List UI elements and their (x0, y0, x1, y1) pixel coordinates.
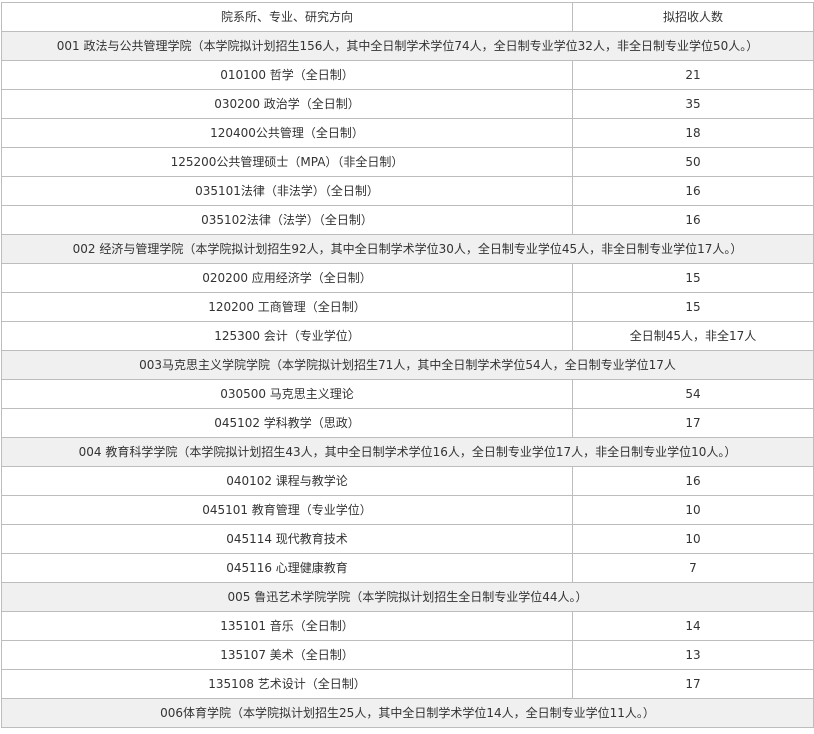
major-name-cell: 120200 工商管理（全日制） (1, 292, 573, 322)
quota-cell: 21 (572, 60, 814, 90)
quota-cell: 14 (572, 611, 814, 641)
table-row: 135107 美术（全日制） 13 (1, 640, 814, 670)
department-row: 001 政法与公共管理学院（本学院拟计划招生156人，其中全日制学术学位74人，… (1, 31, 814, 61)
department-row: 004 教育科学学院（本学院拟计划招生43人，其中全日制学术学位16人，全日制专… (1, 437, 814, 467)
table-row: 120400公共管理（全日制） 18 (1, 118, 814, 148)
department-row: 003马克思主义学院学院（本学院拟计划招生71人，其中全日制学术学位54人，全日… (1, 350, 814, 380)
major-name-cell: 035101法律（非法学）（全日制） (1, 176, 573, 206)
major-name-cell: 135101 音乐（全日制） (1, 611, 573, 641)
table-row: 045114 现代教育技术 10 (1, 524, 814, 554)
quota-cell: 7 (572, 553, 814, 583)
table-body: 001 政法与公共管理学院（本学院拟计划招生156人，其中全日制学术学位74人，… (1, 31, 814, 728)
major-name-cell: 125200公共管理硕士（MPA）（非全日制） (1, 147, 573, 177)
major-name-cell: 125300 会计（专业学位） (1, 321, 573, 351)
major-name-cell: 135107 美术（全日制） (1, 640, 573, 670)
major-name-cell: 035102法律（法学）（全日制） (1, 205, 573, 235)
quota-cell: 15 (572, 292, 814, 322)
quota-cell: 10 (572, 495, 814, 525)
table-row: 045101 教育管理（专业学位） 10 (1, 495, 814, 525)
major-name-cell: 045102 学科教学（思政） (1, 408, 573, 438)
quota-cell: 17 (572, 408, 814, 438)
table-row: 030500 马克思主义理论 54 (1, 379, 814, 409)
department-title: 004 教育科学学院（本学院拟计划招生43人，其中全日制学术学位16人，全日制专… (1, 437, 814, 467)
table-row: 135108 艺术设计（全日制） 17 (1, 669, 814, 699)
quota-cell: 16 (572, 205, 814, 235)
department-row: 002 经济与管理学院（本学院拟计划招生92人，其中全日制学术学位30人，全日制… (1, 234, 814, 264)
major-name-cell: 045101 教育管理（专业学位） (1, 495, 573, 525)
table-row: 125200公共管理硕士（MPA）（非全日制） 50 (1, 147, 814, 177)
column-header-quota: 拟招收人数 (572, 2, 814, 32)
table-row: 045102 学科教学（思政） 17 (1, 408, 814, 438)
table-row: 035102法律（法学）（全日制） 16 (1, 205, 814, 235)
major-name-cell: 045116 心理健康教育 (1, 553, 573, 583)
department-title: 002 经济与管理学院（本学院拟计划招生92人，其中全日制学术学位30人，全日制… (1, 234, 814, 264)
quota-cell: 全日制45人，非全17人 (572, 321, 814, 351)
quota-cell: 54 (572, 379, 814, 409)
major-name-cell: 010100 哲学（全日制） (1, 60, 573, 90)
table-row: 020200 应用经济学（全日制） 15 (1, 263, 814, 293)
table-row: 030200 政治学（全日制） 35 (1, 89, 814, 119)
quota-cell: 13 (572, 640, 814, 670)
major-name-cell: 030200 政治学（全日制） (1, 89, 573, 119)
quota-cell: 18 (572, 118, 814, 148)
quota-cell: 16 (572, 176, 814, 206)
major-name-cell: 030500 马克思主义理论 (1, 379, 573, 409)
table-header-row: 院系所、专业、研究方向 拟招收人数 (1, 2, 814, 32)
major-name-cell: 135108 艺术设计（全日制） (1, 669, 573, 699)
table-row: 040102 课程与教学论 16 (1, 466, 814, 496)
table-row: 035101法律（非法学）（全日制） 16 (1, 176, 814, 206)
department-title: 005 鲁迅艺术学院学院（本学院拟计划招生全日制专业学位44人。） (1, 582, 814, 612)
department-title: 003马克思主义学院学院（本学院拟计划招生71人，其中全日制学术学位54人，全日… (1, 350, 814, 380)
department-row: 005 鲁迅艺术学院学院（本学院拟计划招生全日制专业学位44人。） (1, 582, 814, 612)
table-row: 135101 音乐（全日制） 14 (1, 611, 814, 641)
table-row: 120200 工商管理（全日制） 15 (1, 292, 814, 322)
column-header-major: 院系所、专业、研究方向 (1, 2, 573, 32)
department-row: 006体育学院（本学院拟计划招生25人，其中全日制学术学位14人，全日制专业学位… (1, 698, 814, 728)
major-name-cell: 020200 应用经济学（全日制） (1, 263, 573, 293)
quota-cell: 10 (572, 524, 814, 554)
table-row: 045116 心理健康教育 7 (1, 553, 814, 583)
major-name-cell: 045114 现代教育技术 (1, 524, 573, 554)
quota-cell: 15 (572, 263, 814, 293)
quota-cell: 50 (572, 147, 814, 177)
quota-cell: 17 (572, 669, 814, 699)
major-name-cell: 040102 课程与教学论 (1, 466, 573, 496)
quota-cell: 16 (572, 466, 814, 496)
table-row: 010100 哲学（全日制） 21 (1, 60, 814, 90)
department-title: 001 政法与公共管理学院（本学院拟计划招生156人，其中全日制学术学位74人，… (1, 31, 814, 61)
table-row: 125300 会计（专业学位） 全日制45人，非全17人 (1, 321, 814, 351)
enrollment-table: 院系所、专业、研究方向 拟招收人数 001 政法与公共管理学院（本学院拟计划招生… (1, 2, 814, 728)
quota-cell: 35 (572, 89, 814, 119)
department-title: 006体育学院（本学院拟计划招生25人，其中全日制学术学位14人，全日制专业学位… (1, 698, 814, 728)
major-name-cell: 120400公共管理（全日制） (1, 118, 573, 148)
